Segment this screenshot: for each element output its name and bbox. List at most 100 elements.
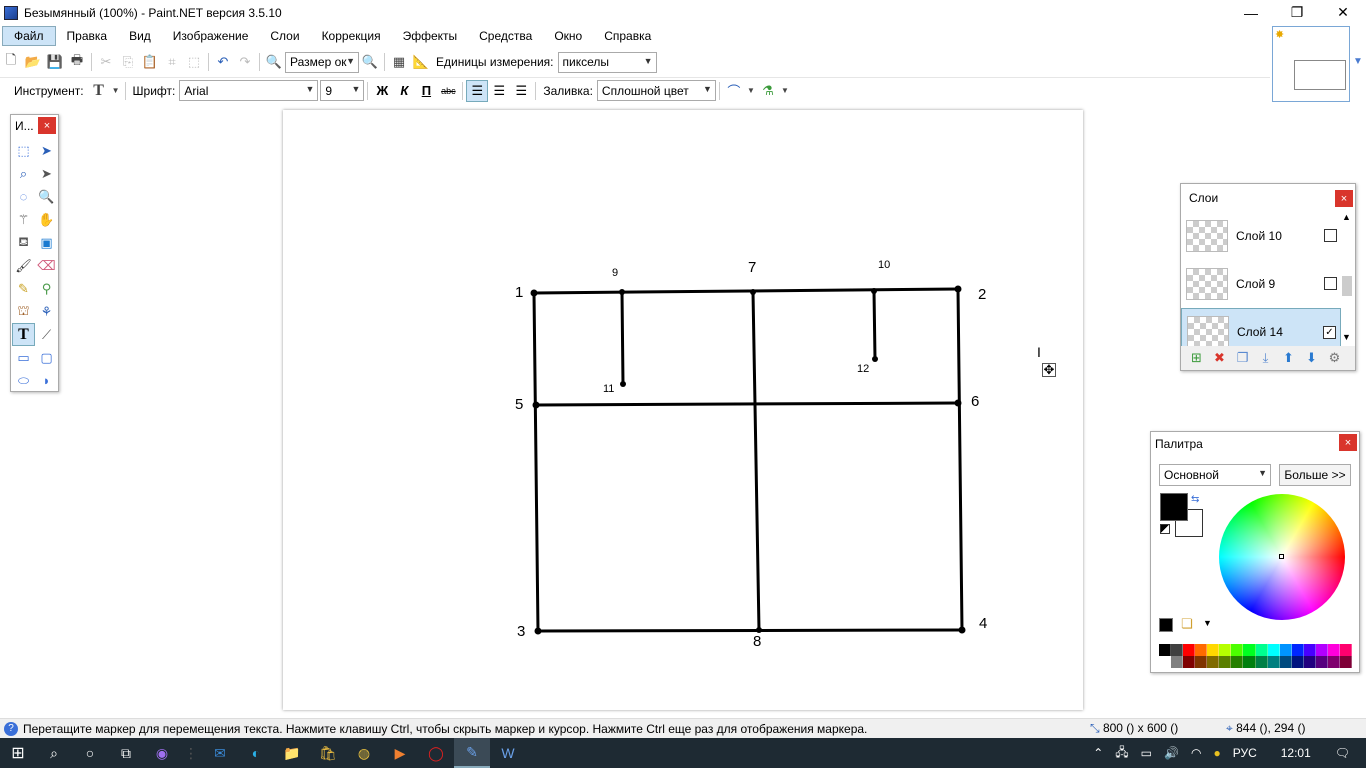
color-swatch[interactable] xyxy=(1159,644,1172,656)
tray-expand-icon[interactable]: ⌃ xyxy=(1093,746,1103,760)
lasso-select-tool-icon[interactable]: ⌕ xyxy=(12,162,35,185)
layers-panel-close-button[interactable]: × xyxy=(1335,190,1353,207)
font-combo[interactable]: Arial ▼ xyxy=(179,80,319,101)
image-canvas[interactable]: 1 2 3 4 5 6 7 8 9 10 11 12 xyxy=(283,110,1083,710)
rounded-rectangle-tool-icon[interactable]: ▢ xyxy=(35,346,58,369)
color-swatch[interactable] xyxy=(1303,644,1316,656)
notifications-icon[interactable]: 🗨 xyxy=(1335,746,1350,760)
color-swatch[interactable] xyxy=(1327,656,1340,668)
volume-icon[interactable]: 🔊 xyxy=(1164,746,1179,760)
store-icon[interactable]: 🛍 xyxy=(310,738,346,768)
clock[interactable]: 12:01 xyxy=(1281,746,1311,760)
menu-edit[interactable]: Правка xyxy=(56,27,119,45)
chevron-down-icon[interactable]: ▼ xyxy=(745,80,757,102)
gradient-tool-icon[interactable]: ▣ xyxy=(35,231,58,254)
menu-file[interactable]: Файл xyxy=(2,26,56,46)
grid-icon[interactable]: ▦ xyxy=(388,51,410,73)
delete-layer-icon[interactable]: ✖ xyxy=(1208,347,1231,369)
freeform-shape-tool-icon[interactable]: ◗ xyxy=(35,369,58,392)
color-swatch[interactable] xyxy=(1195,644,1208,656)
tools-panel-close-button[interactable]: × xyxy=(38,117,56,134)
palette-options-icon[interactable]: ❏ xyxy=(1181,616,1193,632)
undo-icon[interactable]: ↶ xyxy=(212,51,234,73)
layer-properties-icon[interactable]: ⚙ xyxy=(1323,347,1346,369)
color-swatch[interactable] xyxy=(1219,644,1232,656)
restore-button[interactable]: ❐ xyxy=(1274,0,1320,25)
recolor-tool-icon[interactable]: ⚘ xyxy=(35,300,58,323)
wifi-icon[interactable]: ◠ xyxy=(1191,746,1201,760)
move-layer-up-icon[interactable]: ⬆ xyxy=(1277,347,1300,369)
antialiasing-icon[interactable]: ⌒ xyxy=(723,80,745,102)
color-mode-combo[interactable]: Основной ▼ xyxy=(1159,464,1271,486)
italic-button[interactable]: К xyxy=(393,80,415,102)
underline-button[interactable]: П xyxy=(415,80,437,102)
color-swatch[interactable] xyxy=(1267,656,1280,668)
menu-view[interactable]: Вид xyxy=(118,27,162,45)
color-swatch[interactable] xyxy=(1255,644,1268,656)
chevron-down-icon[interactable]: ▼ xyxy=(779,80,791,102)
word-icon[interactable]: W xyxy=(490,738,526,768)
color-swatch[interactable] xyxy=(1255,656,1268,668)
color-swatch[interactable] xyxy=(1279,644,1292,656)
magic-wand-tool-icon[interactable]: ⚚ xyxy=(12,208,35,231)
thumbnail-scroll-icon[interactable]: ▼ xyxy=(1353,56,1363,67)
color-swatch[interactable] xyxy=(1231,656,1244,668)
cut-icon[interactable]: ✂ xyxy=(95,51,117,73)
task-view-icon[interactable]: ⧉ xyxy=(108,738,144,768)
image-thumbnail-tab[interactable]: ✸ xyxy=(1272,26,1350,102)
save-icon[interactable]: 💾 xyxy=(44,51,66,73)
paste-icon[interactable]: 📋 xyxy=(139,51,161,73)
redo-icon[interactable]: ↷ xyxy=(234,51,256,73)
more-colors-button[interactable]: Больше >> xyxy=(1279,464,1351,486)
search-icon[interactable]: ⌕ xyxy=(36,738,72,768)
menu-adjustments[interactable]: Коррекция xyxy=(311,27,392,45)
color-swatch[interactable] xyxy=(1183,644,1196,656)
color-swatch[interactable] xyxy=(1291,656,1304,668)
align-right-icon[interactable]: ☰ xyxy=(510,80,532,102)
duplicate-layer-icon[interactable]: ❐ xyxy=(1231,347,1254,369)
menu-utilities[interactable]: Средства xyxy=(468,27,543,45)
strikethrough-button[interactable]: abc xyxy=(437,80,459,102)
paintnet-taskbar-icon[interactable]: ✎ xyxy=(454,738,490,768)
text-tool-icon[interactable]: T xyxy=(12,323,35,346)
scroll-up-icon[interactable]: ▲ xyxy=(1342,212,1351,222)
add-layer-icon[interactable]: ⊞ xyxy=(1185,347,1208,369)
minimize-button[interactable]: — xyxy=(1228,0,1274,25)
layer-row[interactable]: Слой 9 xyxy=(1181,260,1341,308)
paintbrush-tool-icon[interactable]: 🖌 xyxy=(12,254,35,277)
language-indicator[interactable]: РУС xyxy=(1233,746,1257,760)
layer-visibility-checkbox[interactable]: ✓ xyxy=(1323,326,1336,339)
zoom-in-icon[interactable]: 🔍 xyxy=(359,51,381,73)
merge-layer-down-icon[interactable]: ⤓ xyxy=(1254,347,1277,369)
pencil-tool-icon[interactable]: ✎ xyxy=(12,277,35,300)
assistant-icon[interactable]: ◉ xyxy=(144,738,180,768)
chevron-down-icon[interactable]: ▼ xyxy=(1203,618,1212,628)
font-size-combo[interactable]: 9 ▼ xyxy=(320,80,365,101)
move-selected-tool-icon[interactable]: ➤ xyxy=(35,162,58,185)
pan-tool-icon[interactable]: ✋ xyxy=(35,208,58,231)
color-swatch[interactable] xyxy=(1267,644,1280,656)
keyboard-tray-icon[interactable]: ● xyxy=(1213,746,1220,760)
cortana-icon[interactable]: ○ xyxy=(72,738,108,768)
add-color-swatch-icon[interactable] xyxy=(1159,618,1173,632)
paint-bucket-tool-icon[interactable]: ⛾ xyxy=(12,231,35,254)
color-swatch[interactable] xyxy=(1207,644,1220,656)
bold-button[interactable]: Ж xyxy=(371,80,393,102)
color-swatch[interactable] xyxy=(1231,644,1244,656)
zoom-tool-icon[interactable]: 🔍 xyxy=(35,185,58,208)
menu-image[interactable]: Изображение xyxy=(162,27,260,45)
menu-effects[interactable]: Эффекты xyxy=(392,27,469,45)
move-layer-down-icon[interactable]: ⬇ xyxy=(1300,347,1323,369)
zoom-out-icon[interactable]: 🔍 xyxy=(263,51,285,73)
scrollbar-thumb[interactable] xyxy=(1342,276,1352,296)
color-swatch[interactable] xyxy=(1183,656,1196,668)
close-button[interactable]: ✕ xyxy=(1320,0,1366,25)
open-file-icon[interactable]: 📂 xyxy=(22,51,44,73)
chevron-down-icon[interactable]: ▼ xyxy=(110,80,122,102)
fill-combo[interactable]: Сплошной цвет ▼ xyxy=(596,80,716,101)
chrome-icon[interactable]: ◍ xyxy=(346,738,382,768)
color-swatch[interactable] xyxy=(1339,656,1352,668)
color-swatch[interactable] xyxy=(1279,656,1292,668)
color-swatch[interactable] xyxy=(1243,656,1256,668)
mail-icon[interactable]: ✉ xyxy=(202,738,238,768)
